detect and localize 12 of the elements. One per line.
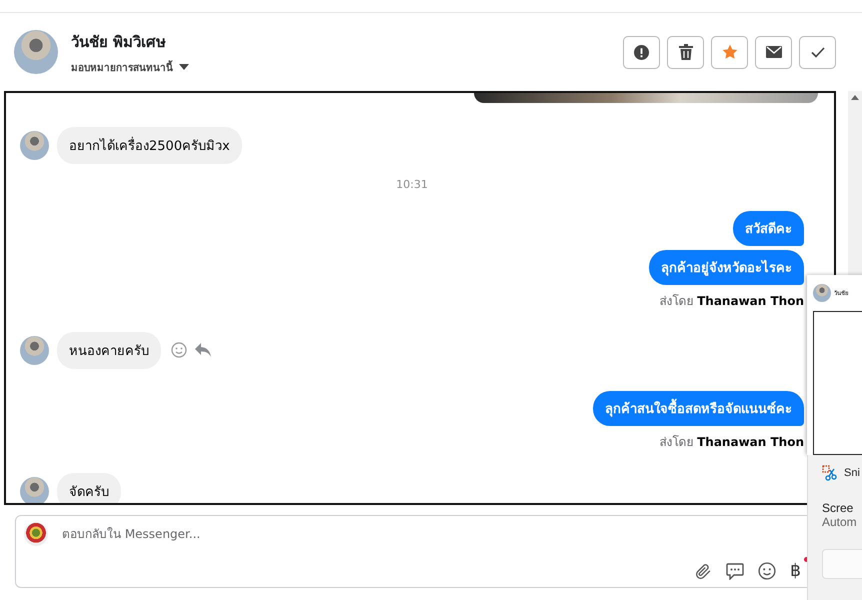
- message-bubble: ลุกค้าสนใจซื้อสดหรือจัดแนนซ์คะ: [593, 390, 804, 426]
- timestamp: 10:31: [396, 178, 428, 191]
- sender-label: ส่งโดย Thanawan Thon: [659, 434, 804, 451]
- app-name: Sni: [844, 467, 860, 479]
- message-bubble: ลุกค้าอยู่จังหวัดอะไรคะ: [649, 250, 804, 285]
- message-bubble: หนองคายครับ: [57, 332, 161, 369]
- contact-name: วันชัย พิมวิเศษ: [71, 32, 168, 52]
- message-bubble: สวัสดีคะ: [733, 210, 804, 246]
- message-bubble: อยากได้เครื่อง2500ครับมิวx: [57, 126, 242, 164]
- notification-title: Scree: [822, 501, 854, 515]
- message-bubble: จัดครับ: [57, 472, 121, 503]
- sender-label: ส่งโดย Thanawan Thon: [659, 292, 804, 310]
